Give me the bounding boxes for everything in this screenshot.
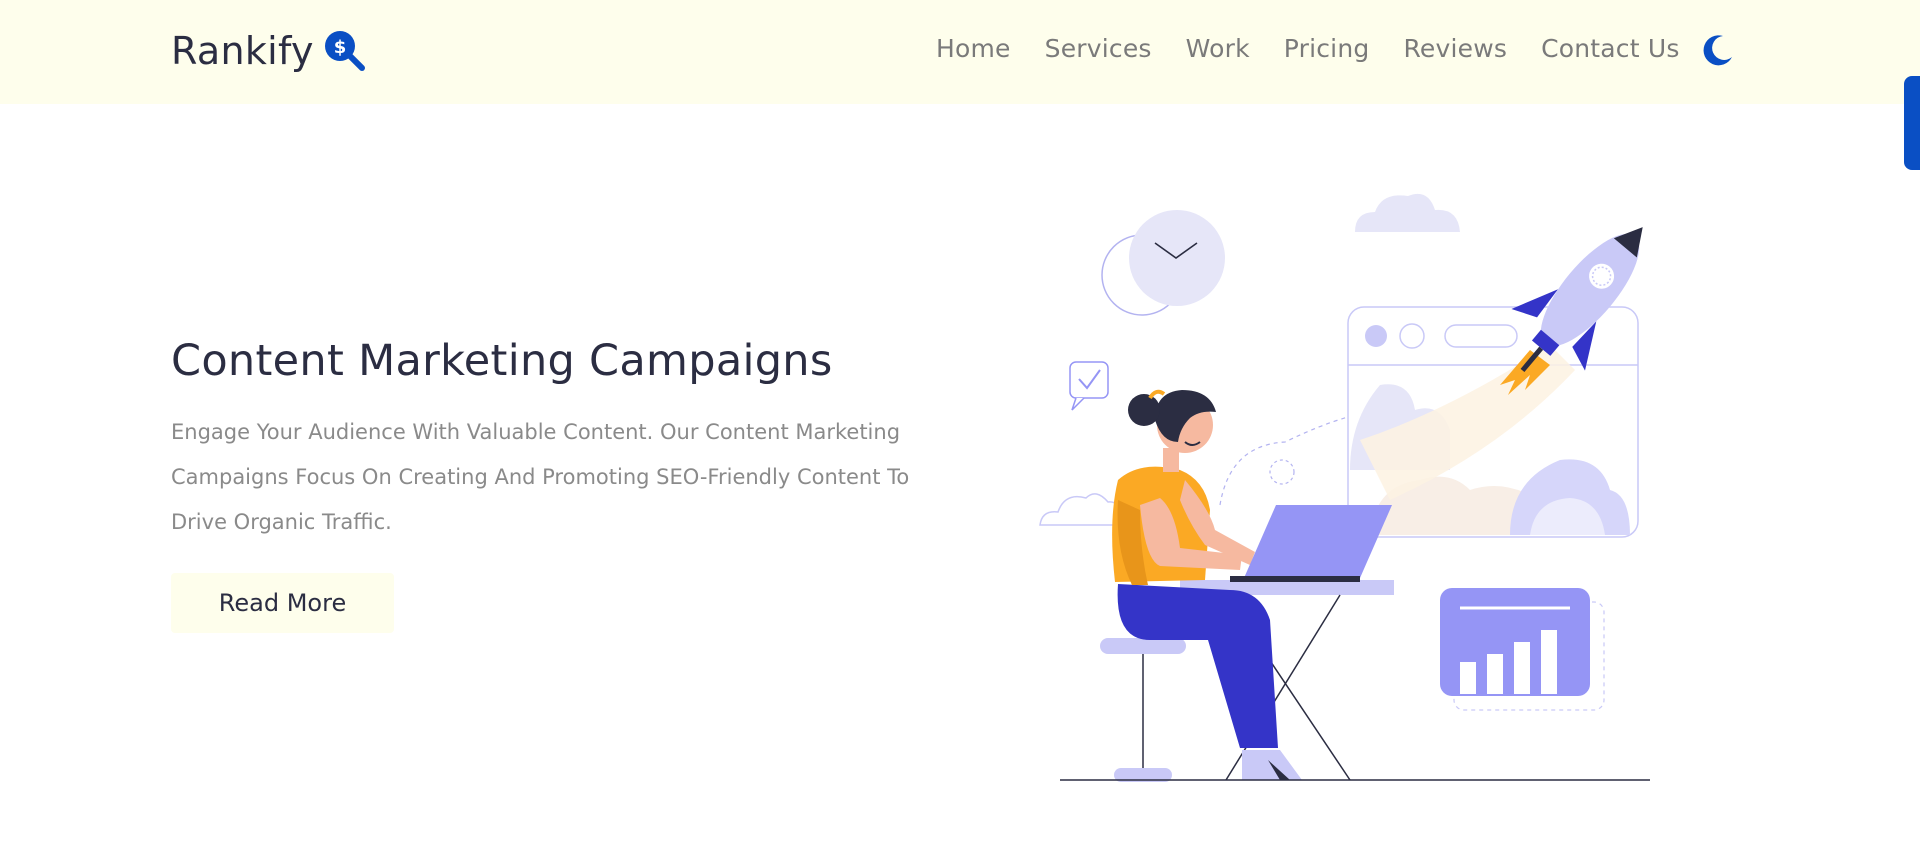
bar-chart-icon: [1440, 588, 1605, 711]
read-more-button[interactable]: Read More: [171, 573, 394, 633]
nav-link-pricing[interactable]: Pricing: [1284, 34, 1370, 63]
nav-link-contact-us[interactable]: Contact Us: [1541, 34, 1680, 63]
dollar-search-icon: $: [324, 31, 365, 71]
moon-icon[interactable]: [1701, 33, 1735, 67]
laptop-icon: [1230, 505, 1392, 582]
hero-title: Content Marketing Campaigns: [171, 336, 833, 386]
checkmark-icon: [1069, 361, 1109, 411]
hero-illustration: [1039, 193, 1650, 782]
nav-link-home[interactable]: Home: [936, 34, 1011, 63]
main-nav: Home Services Work Pricing Reviews Conta…: [936, 34, 1714, 63]
brand-logo[interactable]: Rankify $: [171, 26, 366, 76]
envelope-icon: [1101, 210, 1225, 316]
nav-link-reviews[interactable]: Reviews: [1403, 34, 1507, 63]
cloud-left-icon: [1039, 493, 1125, 526]
svg-text:$: $: [334, 37, 347, 58]
brand-name: Rankify: [171, 29, 314, 73]
stool-icon: [1100, 638, 1186, 782]
cloud-top-icon: [1355, 193, 1460, 232]
navbar: Rankify $ Home Services Work Pricing Rev…: [0, 0, 1920, 104]
scrollbar-thumb[interactable]: [1904, 76, 1920, 170]
nav-link-work[interactable]: Work: [1186, 34, 1250, 63]
hero-description: Engage Your Audience With Valuable Conte…: [171, 420, 910, 534]
nav-link-services[interactable]: Services: [1045, 34, 1152, 63]
